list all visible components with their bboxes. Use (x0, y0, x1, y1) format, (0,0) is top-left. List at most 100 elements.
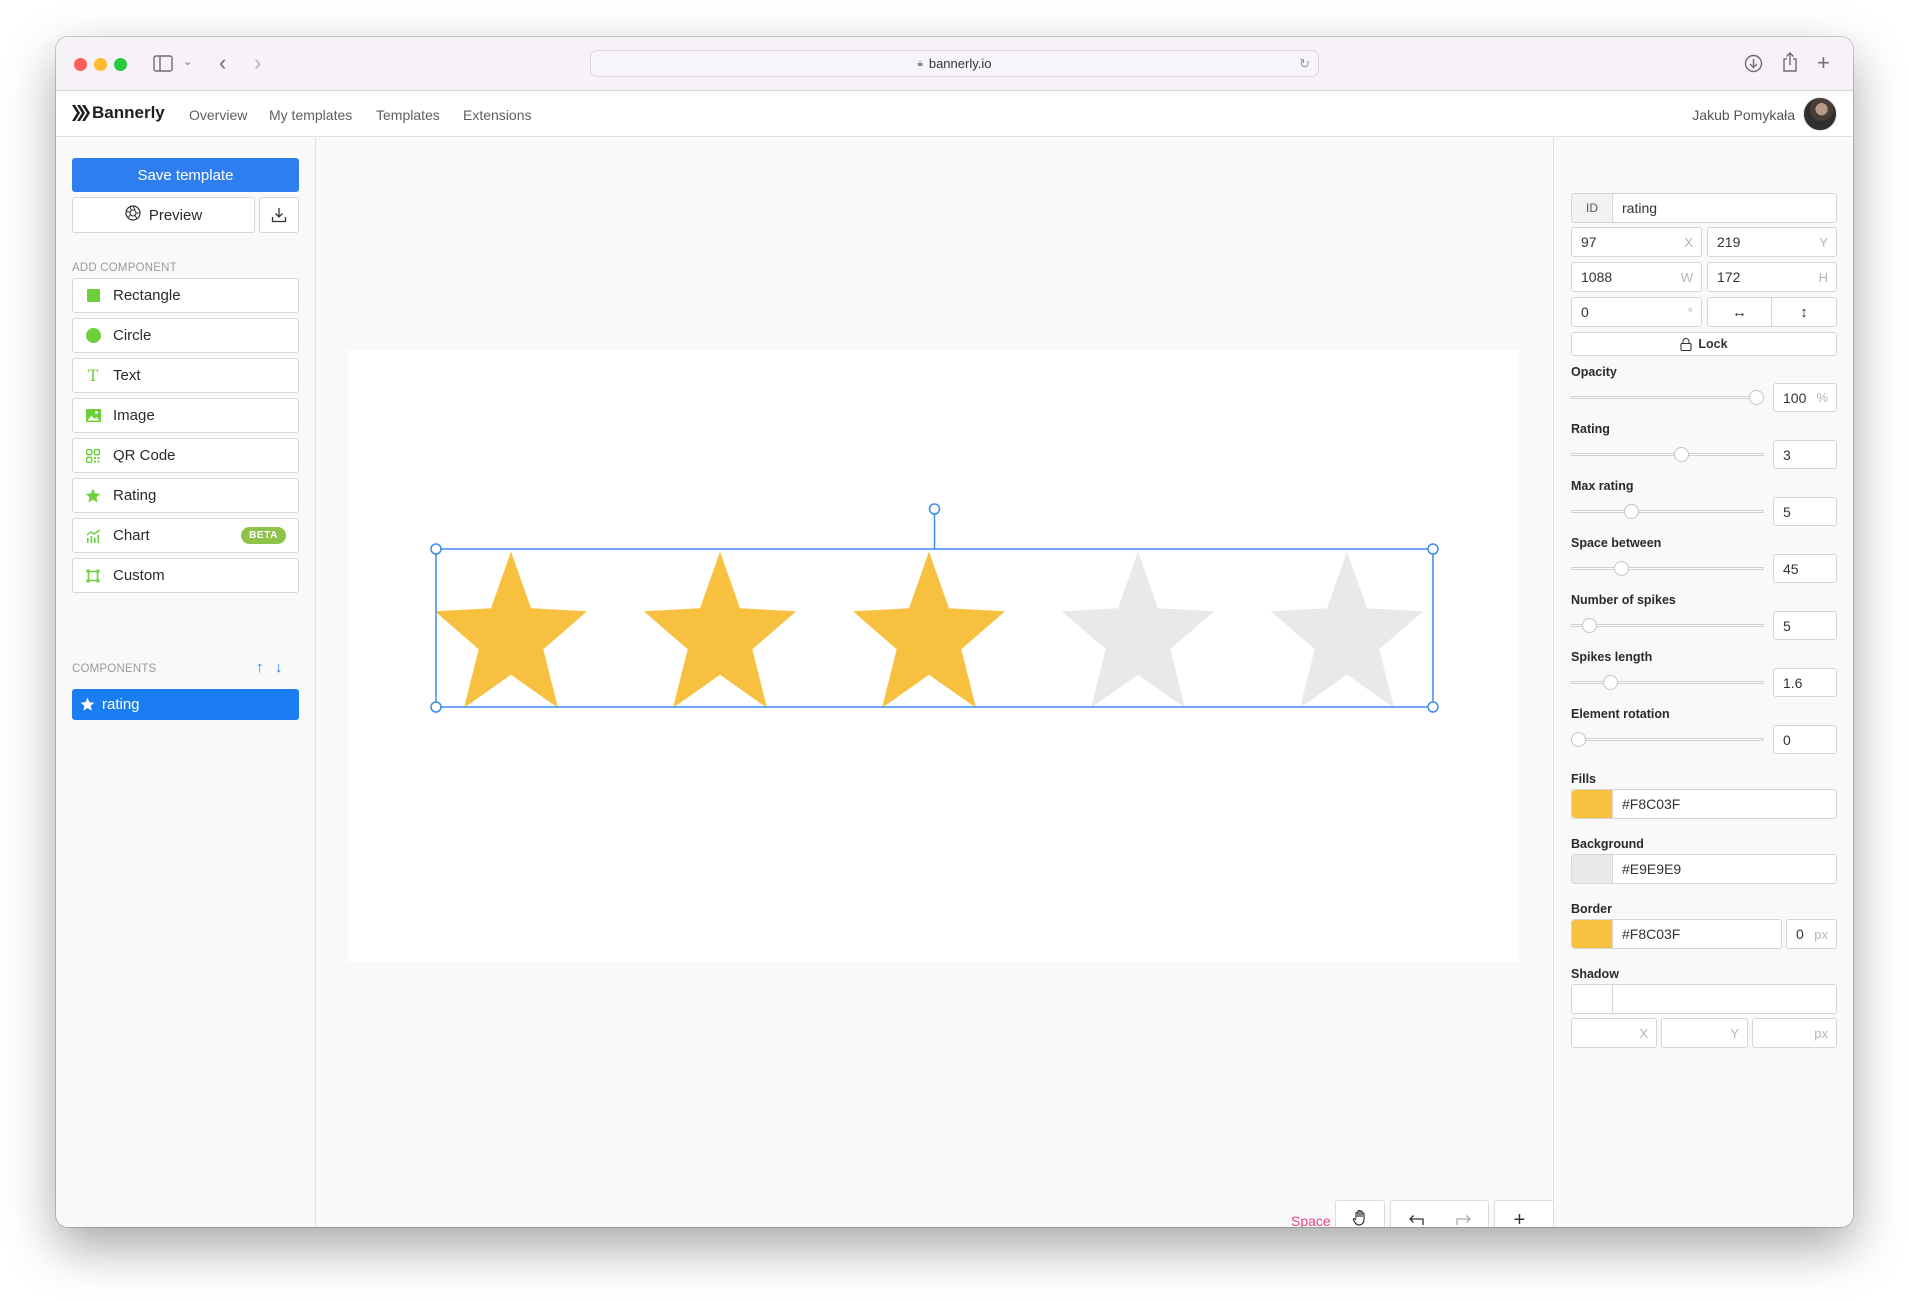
new-tab-icon[interactable]: + (1817, 52, 1830, 74)
rotation-field[interactable]: 0 ° (1571, 297, 1702, 327)
border-swatch[interactable] (1572, 920, 1613, 948)
shadow-color-input[interactable] (1571, 984, 1837, 1014)
back-icon[interactable]: ‹ (219, 52, 226, 74)
add-image-button[interactable]: Image (72, 398, 299, 433)
lock-icon: 🔒︎ (917, 58, 923, 69)
add-chart-button[interactable]: Chart BETA (72, 518, 299, 553)
border-width-input[interactable]: 0 px (1786, 919, 1837, 949)
flip-button-group: ↔ ↕ (1707, 297, 1837, 327)
reload-icon[interactable]: ↻ (1299, 56, 1310, 72)
space-between-slider[interactable] (1571, 561, 1764, 576)
width-field[interactable]: 1088 W (1571, 262, 1702, 292)
component-label: QR Code (113, 447, 176, 464)
space-between-input[interactable]: 45 (1773, 554, 1837, 583)
redo-button[interactable] (1439, 1214, 1488, 1226)
shadow-x-input[interactable]: X (1571, 1018, 1657, 1048)
resize-handle-top-right[interactable] (1427, 543, 1439, 555)
move-down-icon[interactable]: ↓ (275, 659, 283, 676)
component-label: Chart (113, 527, 150, 544)
height-field[interactable]: 172 H (1707, 262, 1837, 292)
opacity-input[interactable]: 100% (1773, 383, 1837, 412)
maximize-window-button[interactable] (114, 58, 127, 71)
slider-thumb[interactable] (1749, 390, 1764, 405)
resize-handle-top-left[interactable] (430, 543, 442, 555)
x-field[interactable]: 97 X (1571, 227, 1702, 257)
slider-thumb[interactable] (1674, 447, 1690, 462)
y-field[interactable]: 219 Y (1707, 227, 1837, 257)
shadow-blur-input[interactable]: px (1752, 1018, 1837, 1048)
user-name[interactable]: Jakub Pomykała (1692, 107, 1795, 123)
downloads-icon[interactable] (1744, 54, 1763, 77)
max-rating-input[interactable]: 5 (1773, 497, 1837, 526)
minimize-window-button[interactable] (94, 58, 107, 71)
download-button[interactable] (259, 197, 299, 233)
add-qr-code-button[interactable]: QR Code (72, 438, 299, 473)
add-rectangle-button[interactable]: Rectangle (72, 278, 299, 313)
forward-icon[interactable]: › (254, 52, 261, 74)
layer-item-rating[interactable]: rating (72, 689, 299, 720)
app-header: Bannerly Overview My templates Templates… (56, 91, 1853, 137)
chevron-down-icon[interactable]: ⌄ (183, 57, 192, 68)
add-custom-button[interactable]: Custom (72, 558, 299, 593)
spikes-length-slider[interactable] (1571, 675, 1764, 690)
nav-my-templates[interactable]: My templates (269, 107, 352, 123)
address-bar[interactable]: 🔒︎ bannerly.io ↻ (590, 50, 1319, 77)
save-template-button[interactable]: Save template (72, 158, 299, 192)
shadow-y-input[interactable]: Y (1661, 1018, 1748, 1048)
flip-horizontal-icon[interactable]: ↔ (1708, 298, 1772, 326)
slider-thumb[interactable] (1581, 618, 1597, 633)
add-text-button[interactable]: T Text (72, 358, 299, 393)
background-swatch[interactable] (1572, 855, 1613, 883)
shadow-swatch[interactable] (1572, 985, 1613, 1013)
fills-input[interactable]: #F8C03F (1571, 789, 1837, 819)
spikes-length-input[interactable]: 1.6 (1773, 668, 1837, 697)
opacity-slider[interactable] (1571, 390, 1764, 405)
rating-input[interactable]: 3 (1773, 440, 1837, 469)
nav-templates[interactable]: Templates (376, 107, 440, 123)
properties-panel: ID rating 97 X 219 Y 1088 W 172 H 0 ° ↔ ↕ Loc… (1553, 138, 1853, 1227)
move-up-icon[interactable]: ↑ (256, 659, 264, 676)
space-between-value: 45 (1783, 560, 1799, 577)
star-filled (643, 551, 797, 708)
avatar[interactable] (1803, 97, 1837, 131)
logo[interactable]: Bannerly (72, 103, 165, 123)
add-rating-button[interactable]: Rating (72, 478, 299, 513)
fills-swatch[interactable] (1572, 790, 1613, 818)
resize-handle-bottom-right[interactable] (1427, 701, 1439, 713)
canvas-area[interactable]: Space + − (317, 138, 1593, 1228)
spikes-input[interactable]: 5 (1773, 611, 1837, 640)
x-value: 97 (1581, 234, 1597, 250)
slider-thumb[interactable] (1613, 561, 1629, 576)
close-window-button[interactable] (74, 58, 87, 71)
zoom-in-icon[interactable]: + (1495, 1209, 1544, 1228)
slider-thumb[interactable] (1624, 504, 1640, 519)
rotation-handle[interactable] (928, 503, 941, 515)
lock-button[interactable]: Lock (1571, 332, 1837, 356)
id-field[interactable]: ID rating (1571, 193, 1837, 223)
undo-button[interactable] (1391, 1214, 1440, 1226)
component-label: Rectangle (113, 287, 181, 304)
shadow-label: Shadow (1571, 967, 1619, 981)
border-color-input[interactable]: #F8C03F (1571, 919, 1782, 949)
sidebar-toggle-icon[interactable] (153, 55, 173, 76)
fills-label: Fills (1571, 772, 1597, 786)
rating-slider[interactable] (1571, 447, 1764, 462)
share-icon[interactable] (1782, 51, 1798, 77)
nav-extensions[interactable]: Extensions (463, 107, 531, 123)
nav-overview[interactable]: Overview (189, 107, 247, 123)
max-rating-slider[interactable] (1571, 504, 1764, 519)
slider-thumb[interactable] (1603, 675, 1619, 690)
preview-button[interactable]: Preview (72, 197, 255, 233)
slider-thumb[interactable] (1571, 732, 1586, 747)
background-input[interactable]: #E9E9E9 (1571, 854, 1837, 884)
element-rotation-input[interactable]: 0 (1773, 725, 1837, 754)
flip-vertical-icon[interactable]: ↕ (1772, 298, 1836, 326)
rating-component[interactable] (317, 138, 1553, 1227)
element-rotation-slider[interactable] (1571, 732, 1764, 747)
resize-handle-bottom-left[interactable] (430, 701, 442, 713)
add-circle-button[interactable]: Circle (72, 318, 299, 353)
star-icon (73, 488, 113, 504)
pan-tool-button[interactable] (1335, 1200, 1385, 1227)
spikes-slider[interactable] (1571, 618, 1764, 633)
h-suffix: H (1818, 269, 1828, 285)
